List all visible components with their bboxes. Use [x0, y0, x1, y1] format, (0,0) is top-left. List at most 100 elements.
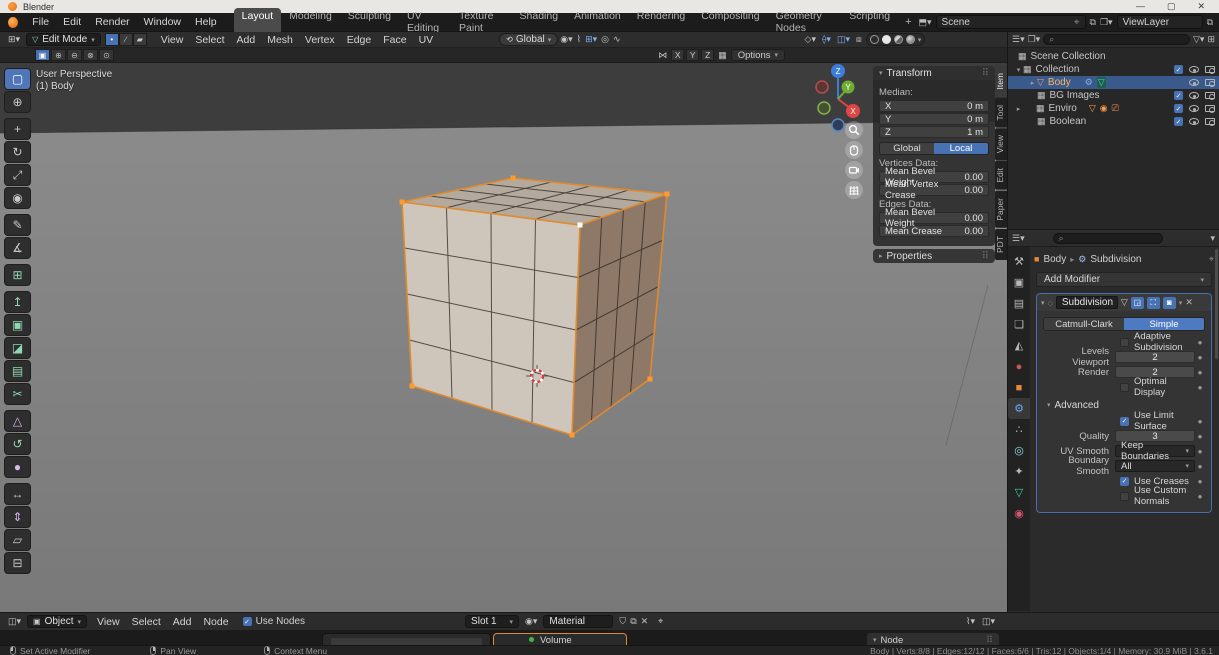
tool-poly-build[interactable]: △: [4, 410, 31, 432]
pin-icon[interactable]: ⌖: [1074, 17, 1080, 28]
material-shading-button[interactable]: [893, 35, 903, 44]
snap-magnet-icon[interactable]: ⌇: [575, 34, 583, 45]
tool-loop-cut[interactable]: ▤: [4, 360, 31, 382]
animate-dot[interactable]: ●: [1195, 417, 1205, 426]
tab-render[interactable]: ▣: [1008, 272, 1030, 293]
rendered-shading-button[interactable]: [905, 35, 915, 44]
edit-mode-display-toggle[interactable]: ▽: [1121, 297, 1128, 308]
filter-funnel-icon[interactable]: ▽▾: [1193, 34, 1204, 45]
outliner-row-collection[interactable]: ▾ ▦ Collection ✓: [1008, 63, 1219, 76]
xray-toggle[interactable]: ⧈: [854, 34, 864, 45]
animate-dot[interactable]: ●: [1195, 477, 1205, 486]
tab-material[interactable]: ◉: [1008, 503, 1030, 524]
animate-dot[interactable]: ●: [1195, 447, 1205, 456]
tool-bevel[interactable]: ◪: [4, 337, 31, 359]
hide-eye-icon[interactable]: [1189, 118, 1199, 125]
mirror-icon[interactable]: ⋈: [656, 50, 669, 61]
hide-eye-icon[interactable]: [1189, 66, 1199, 73]
pivot-point-dropdown[interactable]: ◉▾: [558, 34, 574, 45]
minimize-button[interactable]: —: [1136, 1, 1145, 12]
overlays-toggle[interactable]: ◫▾: [980, 616, 997, 627]
properties-panel-header[interactable]: ▸ Properties ⠿: [873, 249, 995, 263]
scene-selector[interactable]: Scene ⌖: [935, 15, 1086, 29]
face-select-button[interactable]: ▰: [132, 33, 147, 46]
menu-render[interactable]: Render: [88, 14, 136, 30]
transform-panel-header[interactable]: ▾ Transform ⠿: [873, 66, 995, 80]
tool-extrude-region[interactable]: ↥: [4, 291, 31, 313]
close-button[interactable]: ✕: [1197, 1, 1205, 12]
use-nodes-checkbox[interactable]: ✓: [242, 617, 252, 626]
menu-add[interactable]: Add: [167, 616, 198, 628]
properties-editor-icon[interactable]: ☰▾: [1012, 233, 1025, 244]
hide-eye-icon[interactable]: [1189, 105, 1199, 112]
outliner-display-mode-dropdown[interactable]: ☰▾: [1012, 34, 1025, 45]
modifier-extras-dropdown[interactable]: ▾: [1179, 299, 1183, 307]
tool-shrink-fatten[interactable]: ⇕: [4, 506, 31, 528]
collection-checkbox[interactable]: ✓: [1174, 65, 1183, 74]
median-x-field[interactable]: X0 m: [879, 100, 989, 112]
animate-dot[interactable]: ●: [1195, 338, 1205, 347]
mirror-y-toggle[interactable]: Y: [686, 49, 700, 61]
render-camera-icon[interactable]: [1205, 92, 1215, 100]
transform-orientation-dropdown[interactable]: ⟲ Global ▾: [499, 33, 559, 46]
outliner-row-enviro[interactable]: ▸ ▦ Enviro ▽ ◉ ⎚ ✓: [1008, 102, 1219, 115]
tool-rotate[interactable]: ↻: [4, 141, 31, 163]
pin-icon[interactable]: ⌖: [1209, 254, 1214, 265]
new-collection-button[interactable]: ⊞: [1207, 34, 1215, 45]
object-visibility-dropdown[interactable]: ◇▾: [803, 34, 818, 45]
render-camera-icon[interactable]: [1205, 105, 1215, 113]
animate-dot[interactable]: ●: [1195, 383, 1205, 392]
menu-view[interactable]: View: [91, 616, 126, 628]
menu-help[interactable]: Help: [188, 14, 224, 30]
tool-rip-region[interactable]: ⊟: [4, 552, 31, 574]
tab-physics[interactable]: ◎: [1008, 440, 1030, 461]
animate-dot[interactable]: ●: [1195, 492, 1205, 501]
expand-caret-icon[interactable]: ▸: [1028, 79, 1037, 87]
outliner-row-body[interactable]: ▸ ▽ Body ⚙ ▽: [1008, 76, 1219, 89]
unlink-material-icon[interactable]: ✕: [639, 616, 651, 627]
mirror-x-toggle[interactable]: X: [671, 49, 685, 61]
tool-edge-slide[interactable]: ↔: [4, 483, 31, 505]
collapse-caret-icon[interactable]: ▾: [1041, 299, 1045, 307]
levels-viewport-field[interactable]: 2: [1115, 351, 1195, 363]
tool-select-box[interactable]: ▢: [4, 68, 31, 90]
menu-file[interactable]: File: [25, 14, 56, 30]
orthographic-toggle-button[interactable]: [845, 181, 863, 199]
new-viewlayer-icon[interactable]: ⧉: [1207, 17, 1213, 28]
render-camera-icon[interactable]: [1205, 118, 1215, 126]
boundary-smooth-dropdown[interactable]: All ▾: [1115, 460, 1195, 472]
tab-tool[interactable]: ⚒: [1008, 251, 1030, 272]
menu-mesh[interactable]: Mesh: [261, 34, 299, 46]
outliner-row-boolean[interactable]: ▦ Boolean ✓: [1008, 115, 1219, 128]
menu-edge[interactable]: Edge: [341, 34, 378, 46]
adaptive-subdivision-checkbox[interactable]: [1120, 337, 1129, 347]
solid-shading-button[interactable]: [881, 35, 891, 44]
uv-smooth-dropdown[interactable]: Keep Boundaries ▾: [1115, 440, 1195, 462]
modifier-name-field[interactable]: Subdivision: [1055, 296, 1118, 309]
gizmo-toggle[interactable]: ⟠▾: [820, 34, 833, 45]
show-in-viewport-toggle[interactable]: ⛶: [1146, 296, 1160, 309]
tab-view-layer[interactable]: ❏: [1008, 314, 1030, 335]
menu-select[interactable]: Select: [189, 34, 230, 46]
animate-dot[interactable]: ●: [1195, 353, 1205, 362]
tool-move[interactable]: +: [4, 118, 31, 140]
n-panel-tab-view[interactable]: View: [995, 128, 1007, 161]
mean-vertex-crease-field[interactable]: Mean Vertex Crease 0.00: [879, 179, 989, 201]
menu-select[interactable]: Select: [126, 616, 167, 628]
tool-transform[interactable]: ◉: [4, 187, 31, 209]
tab-scene[interactable]: ◭: [1008, 335, 1030, 356]
median-z-field[interactable]: Z1 m: [879, 126, 989, 138]
render-camera-icon[interactable]: [1205, 79, 1215, 87]
menu-window[interactable]: Window: [137, 14, 188, 30]
show-in-render-toggle[interactable]: ◙: [1162, 296, 1176, 309]
select-mode-intersect[interactable]: ⊙: [99, 49, 114, 61]
falloff-curve-dropdown[interactable]: ∿: [611, 34, 623, 45]
proportional-edit-icon[interactable]: ◎: [599, 34, 611, 45]
animate-dot[interactable]: ●: [1195, 368, 1205, 377]
local-space-button[interactable]: Local: [934, 143, 988, 154]
vertex-select-button[interactable]: •: [104, 33, 119, 46]
simple-button[interactable]: Simple: [1124, 318, 1204, 330]
expand-caret-icon[interactable]: ▸: [1014, 105, 1023, 113]
fake-user-shield-icon[interactable]: ⛉: [617, 616, 628, 627]
properties-options-dropdown[interactable]: ▾: [1210, 233, 1215, 244]
